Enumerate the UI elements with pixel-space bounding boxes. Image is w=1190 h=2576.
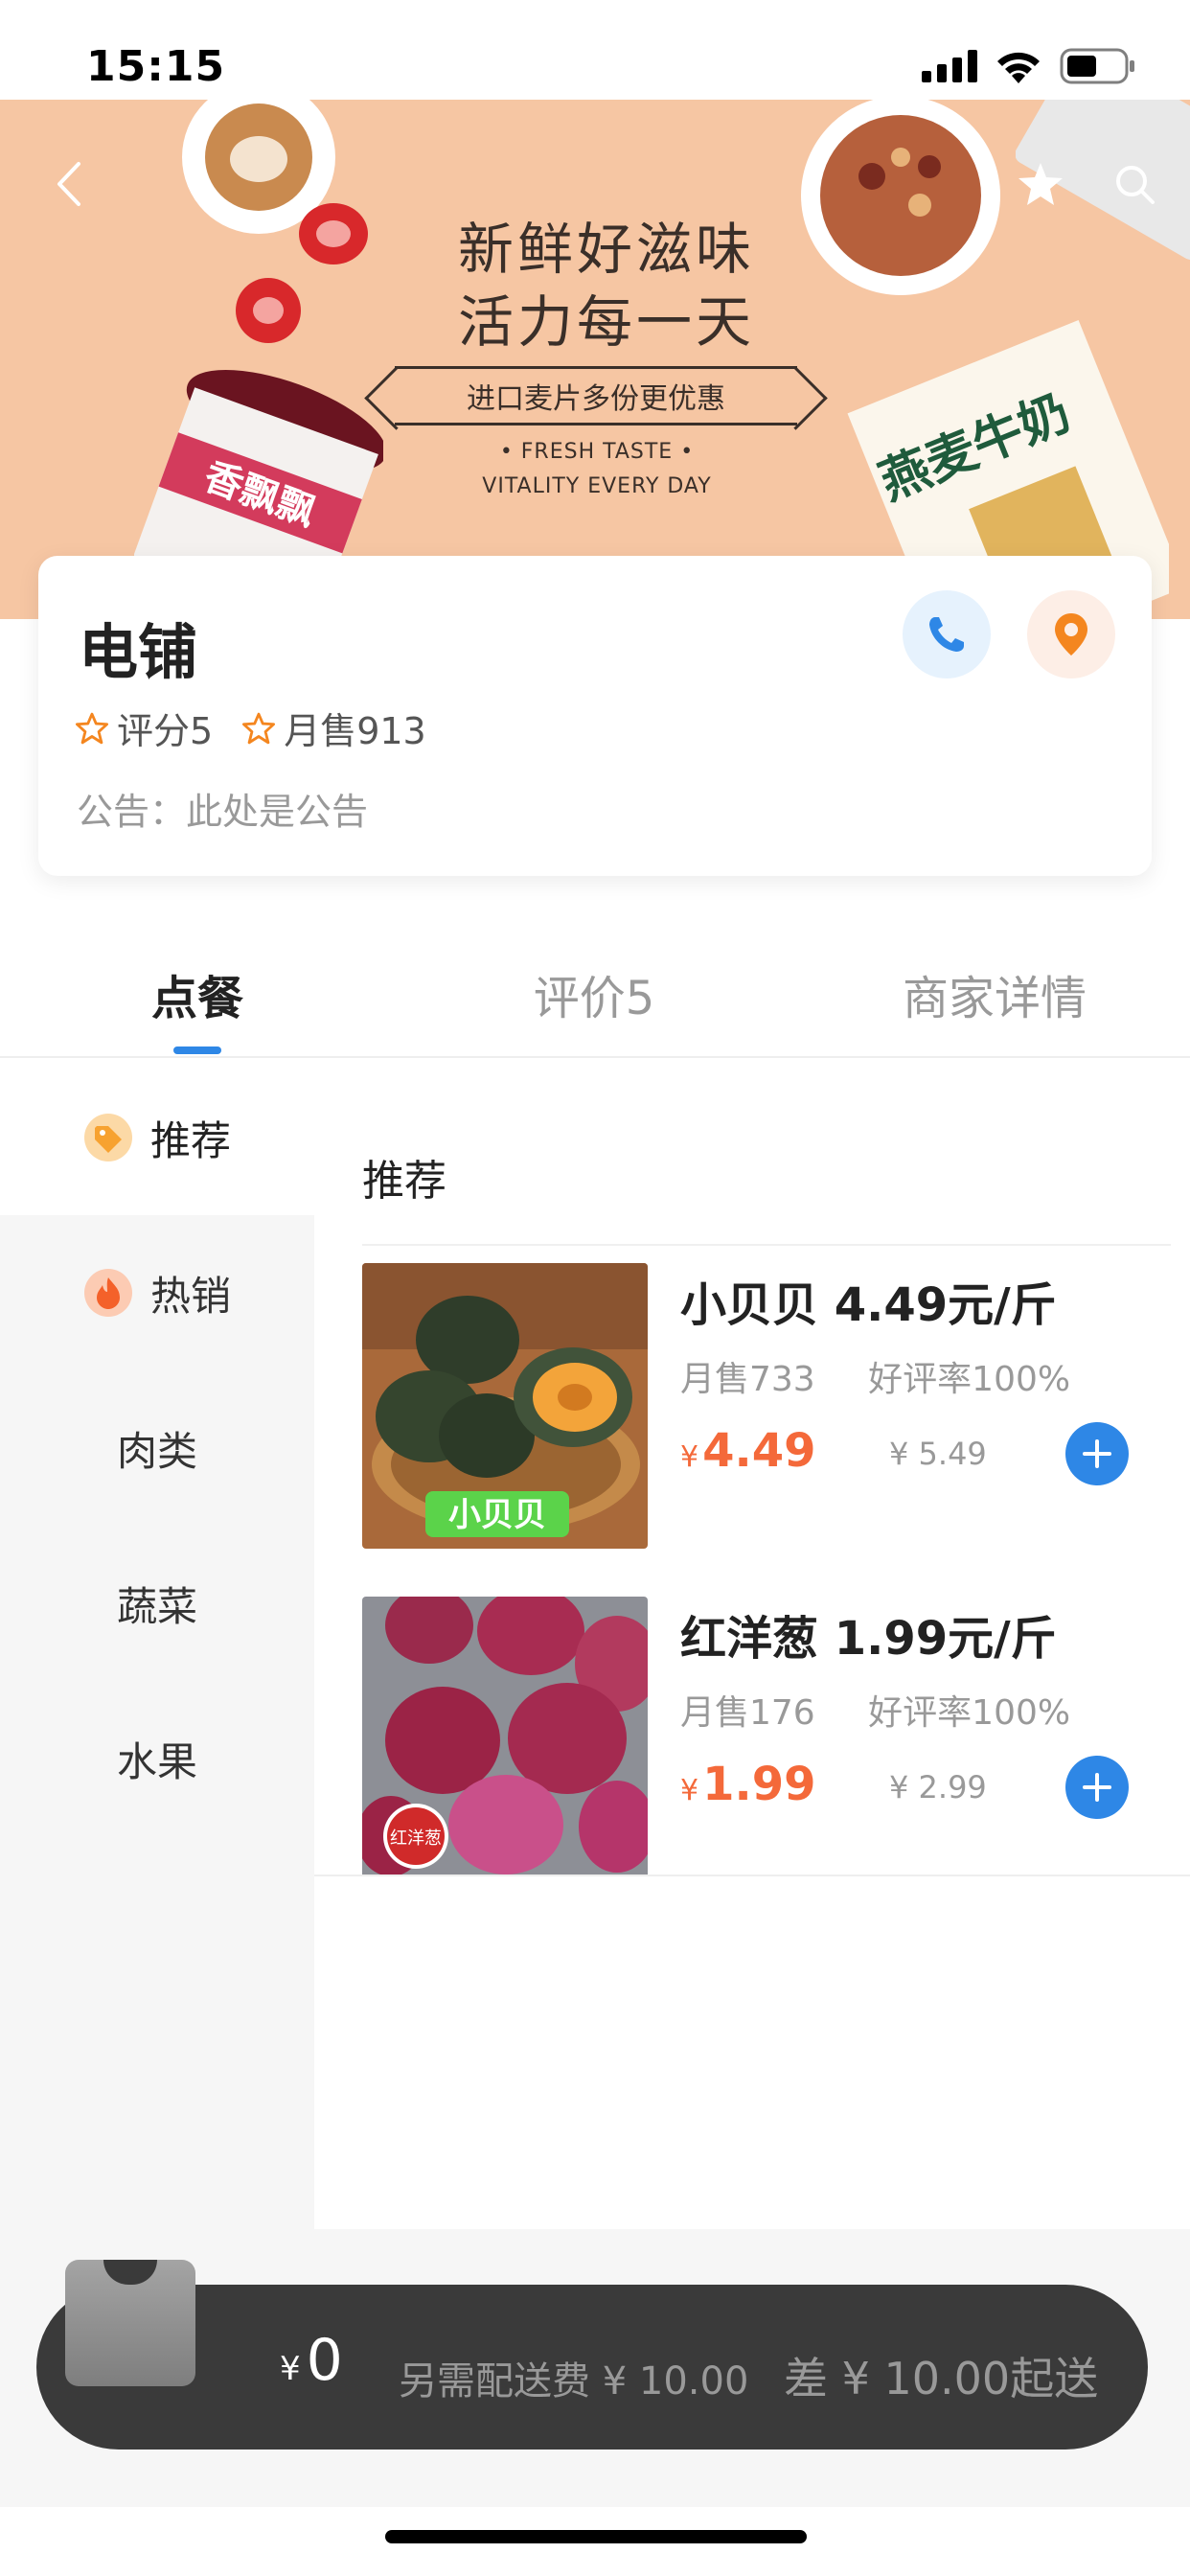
product-rating: 好评率100%	[868, 1693, 1071, 1733]
shop-name: 电铺	[79, 617, 198, 687]
phone-icon	[929, 617, 964, 652]
checkout-min-order[interactable]: 差 ¥ 10.00起送	[784, 2344, 1098, 2407]
plus-icon	[1083, 1439, 1111, 1468]
category-item-recommend[interactable]: 推荐	[0, 1060, 314, 1215]
rating-stat: 评分5	[75, 702, 213, 754]
flame-icon	[83, 1269, 132, 1317]
product-meta: 月售733 好评率100%	[680, 1351, 1112, 1401]
product-meta: 月售176 好评率100%	[680, 1685, 1112, 1735]
price-value: 4.49	[702, 1424, 816, 1478]
divider	[314, 1874, 1190, 1876]
product-item[interactable]: 小贝贝 小贝贝 4.49元/斤 月售733 好评率100% ¥4.49 ¥ 5.…	[362, 1263, 1190, 1551]
tab-order[interactable]: 点餐	[54, 960, 341, 1027]
category-label: 水果	[116, 1737, 197, 1785]
status-icons	[922, 48, 1136, 84]
shop-rating: 评分5	[117, 710, 214, 752]
banner-sub-line2: VITALITY EVERY DAY	[482, 474, 712, 498]
banner-sub-line1: • FRESH TASTE •	[499, 440, 695, 464]
category-label: 蔬菜	[116, 1582, 197, 1630]
shop-banner: 香飘飘 燕麦牛奶 新鲜好滋味 活力每一天 进口麦片多份更优惠 • FRESH T…	[0, 100, 1190, 619]
active-tab-indicator	[173, 1046, 221, 1054]
cart-total: ¥0	[280, 2327, 343, 2394]
price-currency: ¥	[680, 1440, 699, 1474]
wifi-icon	[997, 52, 1040, 83]
product-image-label: 红洋葱	[390, 1828, 442, 1849]
back-button[interactable]	[31, 146, 107, 222]
cart-total-value: 0	[306, 2327, 343, 2394]
category-item-hot[interactable]: 热销	[0, 1215, 314, 1370]
category-item-vegetables[interactable]: 蔬菜	[0, 1526, 314, 1681]
product-image: 小贝贝	[362, 1263, 648, 1549]
product-image: 红洋葱	[362, 1597, 648, 1882]
product-rating: 好评率100%	[868, 1360, 1071, 1399]
cart-currency: ¥	[280, 2350, 301, 2388]
banner-headline-line1: 新鲜好滋味	[458, 217, 756, 282]
sales-stat: 月售913	[241, 702, 426, 754]
cart-delivery-fee: 另需配送费 ¥ 10.00	[399, 2359, 749, 2404]
product-image-label: 小贝贝	[448, 1496, 546, 1534]
price-currency: ¥	[680, 1774, 699, 1807]
banner-headline-line2: 活力每一天	[458, 289, 756, 355]
add-to-cart-button[interactable]	[1065, 1422, 1129, 1485]
shop-stats: 评分5 月售913	[75, 702, 455, 754]
product-list: 推荐 小贝贝 小贝贝 4.49元/斤 月售733 好评率100% ¥4.49 ¥…	[314, 1060, 1190, 2229]
category-item-meat[interactable]: 肉类	[0, 1370, 314, 1526]
product-price: ¥1.99	[680, 1758, 816, 1811]
shopping-bag-icon[interactable]	[65, 2260, 195, 2386]
section-title: 推荐	[362, 1157, 446, 1206]
shop-tabs: 点餐 评价5 商家详情	[0, 920, 1190, 1058]
status-time: 15:15	[86, 42, 226, 91]
shop-monthly-sales: 月售913	[284, 710, 426, 752]
product-price: ¥4.49	[680, 1424, 816, 1478]
product-name: 红洋葱 1.99元/斤	[680, 1612, 1057, 1666]
product-monthly-sales: 月售176	[680, 1693, 815, 1733]
product-item[interactable]: 红洋葱 红洋葱 1.99元/斤 月售176 好评率100% ¥1.99 ¥ 2.…	[362, 1597, 1190, 1884]
category-label: 推荐	[149, 1116, 231, 1164]
chevron-left-icon	[57, 162, 80, 206]
category-label: 肉类	[116, 1427, 197, 1475]
battery-icon	[1060, 48, 1134, 84]
search-button[interactable]	[1096, 146, 1173, 222]
location-button[interactable]	[1027, 590, 1115, 678]
star-icon	[1018, 163, 1063, 205]
banner-subtitle: • FRESH TASTE • VITALITY EVERY DAY	[477, 435, 717, 504]
home-indicator	[385, 2530, 807, 2543]
product-monthly-sales: 月售733	[680, 1360, 815, 1399]
pumpkin-image: 小贝贝	[362, 1263, 648, 1549]
price-value: 1.99	[702, 1758, 816, 1811]
plus-icon	[1083, 1773, 1111, 1802]
banner-headline: 新鲜好滋味 活力每一天	[458, 213, 755, 358]
tab-shop-details[interactable]: 商家详情	[851, 960, 1138, 1027]
banner-ribbon: 进口麦片多份更优惠	[395, 366, 797, 426]
star-outline-icon	[242, 712, 276, 744]
status-bar: 15:15	[0, 0, 1190, 100]
add-to-cart-button[interactable]	[1065, 1756, 1129, 1819]
shop-info-card: 电铺 评分5 月售913 公告：此处是公告	[38, 556, 1152, 876]
star-outline-icon	[76, 712, 109, 744]
category-item-fruit[interactable]: 水果	[0, 1681, 314, 1836]
product-original-price: ¥ 2.99	[889, 1769, 987, 1806]
product-name: 小贝贝 4.49元/斤	[680, 1278, 1057, 1332]
red-onion-image: 红洋葱	[362, 1597, 648, 1876]
product-original-price: ¥ 5.49	[889, 1436, 987, 1472]
favorite-button[interactable]	[1002, 146, 1079, 222]
tab-reviews[interactable]: 评价5	[450, 960, 738, 1027]
category-label: 热销	[149, 1272, 231, 1320]
divider	[362, 1244, 1171, 1246]
search-icon	[1116, 166, 1155, 204]
signal-icon	[922, 50, 977, 82]
cereal-bowl-image	[801, 100, 1000, 295]
shop-notice: 公告：此处是公告	[77, 791, 369, 833]
location-pin-icon	[1055, 613, 1087, 656]
category-sidebar: 推荐 热销 肉类 蔬菜 水果	[0, 1060, 314, 2229]
call-button[interactable]	[903, 590, 991, 678]
tag-icon	[83, 1114, 132, 1162]
